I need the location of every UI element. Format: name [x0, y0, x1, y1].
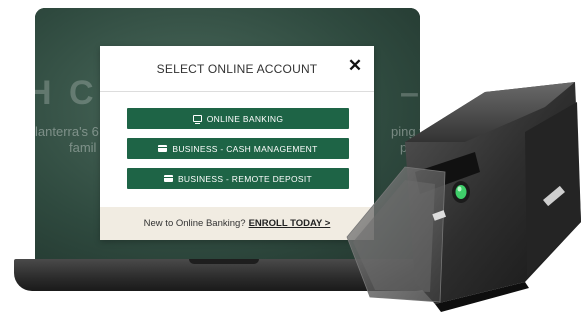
background-text-line: lanterra's 6	[35, 124, 99, 139]
modal-footer: New to Online Banking? ENROLL TODAY >	[100, 207, 374, 240]
laptop-notch	[189, 259, 259, 264]
modal-title: SELECT ONLINE ACCOUNT	[156, 62, 318, 76]
check-scanner-image	[346, 82, 581, 312]
cash-management-button[interactable]: BUSINESS - CASH MANAGEMENT	[127, 138, 349, 159]
wallet-icon	[163, 175, 173, 182]
divider	[100, 91, 374, 92]
select-account-modal: SELECT ONLINE ACCOUNT ✕ ONLINE BANKING B…	[100, 46, 374, 240]
button-label: ONLINE BANKING	[206, 113, 284, 124]
wallet-icon	[158, 145, 168, 152]
monitor-icon	[192, 115, 202, 124]
button-label: BUSINESS - REMOTE DEPOSIT	[177, 173, 313, 184]
background-text-line: famil	[69, 140, 97, 155]
remote-deposit-button[interactable]: BUSINESS - REMOTE DEPOSIT	[127, 168, 349, 189]
footer-text: New to Online Banking?	[143, 218, 246, 229]
button-label: BUSINESS - CASH MANAGEMENT	[172, 143, 318, 154]
enroll-today-link[interactable]: ENROLL TODAY >	[249, 218, 331, 229]
background-heading: H C	[35, 74, 98, 112]
online-banking-button[interactable]: ONLINE BANKING	[127, 108, 349, 129]
